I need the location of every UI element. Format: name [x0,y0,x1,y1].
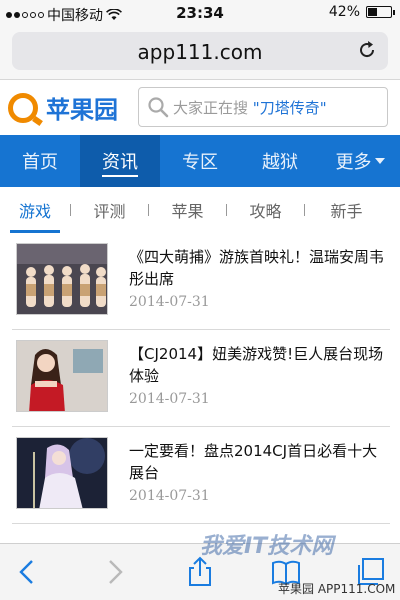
nav-item-more[interactable]: 更多 [320,135,400,187]
nav-item-label: 资讯 [102,152,138,173]
tab-apple[interactable]: 苹果 [149,187,226,233]
list-item[interactable]: 一定要看！盘点2014CJ首日必看十大展台 2014-07-31 [12,427,390,524]
nav-item-zone[interactable]: 专区 [160,135,240,187]
nav-item-label: 更多 [335,152,372,173]
browser-address-area: app111.com [0,26,400,80]
url-text[interactable]: app111.com [12,40,388,64]
search-placeholder-prefix: 大家正在搜 [173,99,249,117]
tab-games[interactable]: 游戏 [0,187,70,233]
search-icon [148,97,169,118]
tab-label: 游戏 [18,202,51,221]
chevron-down-icon [374,158,385,164]
site-logo[interactable]: 苹果园 [8,90,118,125]
tab-guides[interactable]: 攻略 [227,187,304,233]
news-title[interactable]: 【CJ2014】妞美游戏赞!巨人展台现场体验 [129,343,387,387]
back-arrow-icon[interactable] [12,556,44,588]
battery-group: 42% [328,4,395,20]
logo-icon [8,92,38,123]
tab-label: 攻略 [249,202,282,221]
reload-icon[interactable] [356,39,378,61]
nav-item-label: 首页 [22,152,58,173]
status-bar: 中国移动 23:34 42% [0,0,400,26]
share-icon[interactable] [184,556,216,588]
tab-label: 评测 [93,202,126,221]
news-thumbnail[interactable] [16,340,108,412]
battery-percent: 42% [328,4,360,20]
search-placeholder-keyword: "刀塔传奇" [252,99,327,117]
watermark-sub: 苹果园 APP111.COM [278,582,396,596]
main-nav: 首页 资讯 专区 越狱 更多 [0,135,400,187]
news-thumbnail[interactable] [16,243,108,315]
watermark-main: 我爱IT技术网 [200,534,334,559]
battery-icon [366,6,395,18]
news-title[interactable]: 一定要看！盘点2014CJ首日必看十大展台 [129,440,387,484]
nav-item-jailbreak[interactable]: 越狱 [240,135,320,187]
search-box[interactable]: 大家正在搜 "刀塔传奇" [138,87,388,127]
news-date: 2014-07-31 [129,488,210,504]
page: 中国移动 23:34 42% app111.com 苹果园 大家正在搜 "刀塔传… [0,0,400,600]
tab-label: 新手 [330,202,363,221]
news-list: 《四大萌捕》游族首映礼！温瑞安周韦彤出席 2014-07-31 【CJ2014】… [12,233,390,524]
sub-tabs: 游戏 评测 苹果 攻略 新手 [0,187,400,233]
nav-item-label: 专区 [182,152,218,173]
tab-reviews[interactable]: 评测 [71,187,148,233]
list-item[interactable]: 《四大萌捕》游族首映礼！温瑞安周韦彤出席 2014-07-31 [12,233,390,330]
nav-item-home[interactable]: 首页 [0,135,80,187]
nav-item-label: 越狱 [262,152,298,173]
nav-item-news[interactable]: 资讯 [80,135,160,187]
news-thumbnail[interactable] [16,437,108,509]
news-date: 2014-07-31 [129,391,210,407]
forward-arrow-icon[interactable] [98,556,130,588]
logo-text: 苹果园 [46,96,118,124]
list-item[interactable]: 【CJ2014】妞美游戏赞!巨人展台现场体验 2014-07-31 [12,330,390,427]
address-bar[interactable]: app111.com [12,32,388,70]
active-underline [102,175,138,177]
site-header: 苹果园 大家正在搜 "刀塔传奇" [0,80,400,135]
tab-label: 苹果 [171,202,204,221]
news-date: 2014-07-31 [129,294,210,310]
tab-beginner[interactable]: 新手 [305,187,388,233]
news-title[interactable]: 《四大萌捕》游族首映礼！温瑞安周韦彤出席 [129,246,387,290]
search-placeholder: 大家正在搜 "刀塔传奇" [173,97,327,118]
